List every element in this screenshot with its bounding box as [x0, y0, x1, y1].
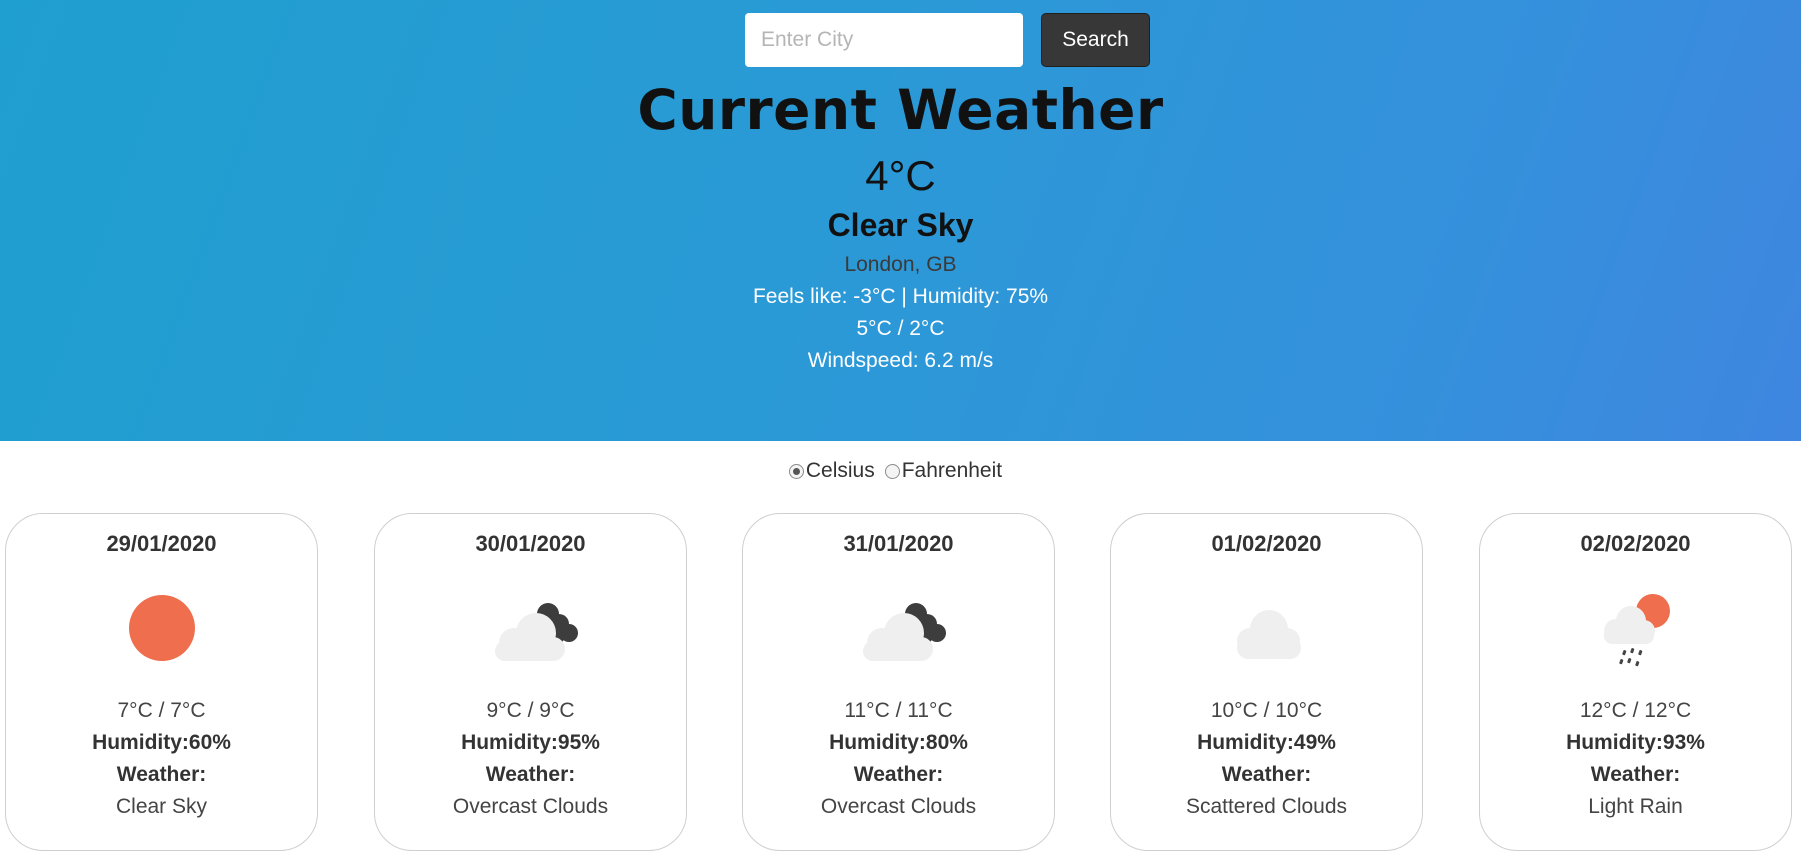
forecast-weather-label: Weather: — [1221, 763, 1312, 786]
forecast-temperature-range: 12°C / 12°C — [1579, 699, 1692, 722]
forecast-date: 29/01/2020 — [106, 531, 217, 556]
scattered-clouds-icon — [1237, 610, 1301, 659]
current-location: London, GB — [844, 253, 957, 276]
current-description: Clear Sky — [827, 207, 974, 243]
overcast-clouds-icon — [863, 603, 946, 661]
current-temperature: 4°C — [865, 152, 936, 199]
forecast-weather-label: Weather: — [853, 763, 944, 786]
light-rain-icon — [1604, 594, 1670, 667]
forecast-weather-description: Overcast Clouds — [452, 795, 609, 818]
forecast-temperature-range: 7°C / 7°C — [117, 699, 206, 722]
forecast-date: 02/02/2020 — [1580, 531, 1691, 556]
forecast-temperature-range: 11°C / 11°C — [844, 699, 953, 722]
forecast-humidity: Humidity:49% — [1197, 731, 1336, 754]
forecast-temperature-range: 9°C / 9°C — [486, 699, 575, 722]
forecast-temperature-range: 10°C / 10°C — [1210, 699, 1323, 722]
search-button[interactable]: Search — [1041, 13, 1150, 67]
forecast-weather-description: Clear Sky — [115, 795, 208, 818]
forecast-card: 29/01/2020 7°C / 7°C Humidity:60% Weathe… — [5, 513, 318, 851]
fahrenheit-radio[interactable] — [884, 463, 900, 479]
forecast-card: 01/02/2020 10°C / 10°C Humidity:49% Weat… — [1110, 513, 1423, 851]
celsius-radio[interactable] — [788, 463, 804, 479]
feels-like-humidity: Feels like: -3°C | Humidity: 75% — [752, 285, 1049, 308]
temperature-range: 5°C / 2°C — [856, 317, 945, 340]
forecast-humidity: Humidity:80% — [829, 731, 968, 754]
unit-option-fahrenheit[interactable]: Fahrenheit — [884, 459, 1003, 483]
forecast-weather-description: Light Rain — [1588, 795, 1683, 818]
windspeed: Windspeed: 6.2 m/s — [807, 349, 994, 372]
forecast-weather-label: Weather: — [485, 763, 576, 786]
forecast-card: 02/02/2020 12°C / 12°C Humidity:93% Weat… — [1479, 513, 1792, 851]
unit-option-celsius[interactable]: Celsius — [788, 459, 875, 483]
forecast-humidity: Humidity:60% — [92, 731, 231, 754]
forecast-date: 30/01/2020 — [475, 531, 586, 556]
forecast-weather-description: Scattered Clouds — [1185, 795, 1348, 818]
current-weather-panel: Search Current Weather 4°C Clear Sky Lon… — [0, 0, 1801, 441]
search-bar: Search — [745, 13, 1150, 67]
forecast-card: 30/01/2020 9°C / 9°C Humidity:95% Weathe… — [374, 513, 687, 851]
city-search-input[interactable] — [745, 13, 1023, 67]
forecast-card: 31/01/2020 11°C / 11°C Humidity:80% Weat… — [742, 513, 1055, 851]
forecast-weather-label: Weather: — [116, 763, 207, 786]
forecast-date: 31/01/2020 — [843, 531, 954, 556]
forecast-humidity: Humidity:93% — [1566, 731, 1705, 754]
clear-sky-icon — [129, 595, 195, 661]
forecast-weather-description: Overcast Clouds — [820, 795, 977, 818]
forecast-humidity: Humidity:95% — [461, 731, 600, 754]
page-title: Current Weather — [637, 78, 1164, 142]
unit-toggle: Celsius Fahrenheit — [0, 459, 1801, 483]
forecast-date: 01/02/2020 — [1211, 531, 1322, 556]
overcast-clouds-icon — [495, 603, 578, 661]
forecast-weather-label: Weather: — [1590, 763, 1681, 786]
fahrenheit-label: Fahrenheit — [901, 459, 1003, 482]
celsius-label: Celsius — [805, 459, 875, 482]
forecast-list: 29/01/2020 7°C / 7°C Humidity:60% Weathe… — [5, 513, 1796, 851]
